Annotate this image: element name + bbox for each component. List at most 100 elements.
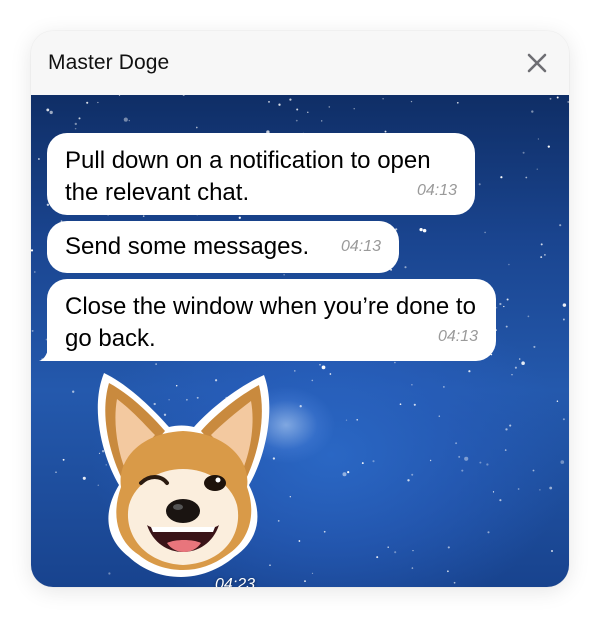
message-bubble[interactable]: Pull down on a notification to open the … [47, 133, 475, 215]
star [407, 479, 410, 482]
star [328, 106, 331, 108]
star [458, 455, 461, 458]
star [544, 254, 546, 256]
star [496, 307, 498, 309]
star [319, 363, 321, 366]
star [453, 581, 456, 584]
star [537, 138, 540, 140]
close-button[interactable] [521, 47, 553, 79]
star [382, 98, 384, 100]
star [504, 449, 507, 451]
star [547, 145, 550, 148]
star [342, 472, 347, 477]
star [478, 183, 481, 186]
star [447, 570, 449, 573]
star [182, 95, 185, 97]
message-bubble[interactable]: Send some messages. 04:13 [47, 221, 399, 273]
bubble-tail [39, 343, 57, 361]
star [394, 551, 397, 554]
star [356, 418, 359, 421]
star [283, 274, 285, 276]
star [511, 374, 513, 376]
chat-header: Master Doge [31, 31, 569, 95]
star [503, 305, 505, 308]
star [404, 266, 407, 269]
star [411, 567, 414, 569]
star [505, 428, 508, 431]
star [376, 556, 379, 559]
star [419, 227, 423, 232]
star [295, 119, 298, 122]
star [353, 108, 355, 110]
star [499, 302, 502, 306]
star [447, 546, 450, 549]
star [311, 572, 314, 575]
star [97, 101, 99, 104]
star [429, 459, 432, 462]
star [506, 298, 509, 301]
star [296, 108, 299, 111]
star [38, 158, 40, 160]
message-bubble[interactable]: Close the window when you’re done to go … [39, 279, 496, 361]
message-time: 04:13 [340, 238, 381, 255]
star [464, 456, 469, 461]
star [123, 117, 128, 122]
star [518, 358, 521, 360]
star [500, 176, 503, 179]
star [238, 216, 241, 219]
star [411, 473, 414, 476]
star [492, 491, 495, 493]
star [387, 546, 389, 548]
message-time: 04:13 [437, 328, 478, 345]
doge-wink-sticker-icon[interactable] [59, 365, 304, 580]
star [412, 549, 414, 552]
star [413, 403, 416, 406]
star [345, 419, 348, 421]
star [394, 361, 396, 364]
star [508, 263, 510, 266]
star [33, 271, 36, 273]
star [361, 462, 364, 465]
message-text: Close the window when you’re done to go … [65, 293, 476, 352]
star [347, 471, 350, 474]
star [268, 101, 270, 103]
star [78, 117, 81, 120]
star [438, 415, 441, 417]
star [487, 531, 490, 534]
star [560, 460, 565, 464]
star [461, 469, 464, 472]
star [142, 215, 145, 217]
star [562, 303, 567, 307]
star [540, 243, 543, 246]
star [539, 489, 541, 491]
star [289, 98, 292, 101]
star [329, 373, 332, 375]
star [55, 471, 57, 474]
star [536, 168, 539, 170]
chat-title: Master Doge [48, 51, 170, 74]
star [86, 101, 89, 104]
star [532, 469, 535, 472]
star [323, 530, 326, 533]
star [321, 365, 326, 370]
star [46, 108, 50, 112]
star [49, 110, 53, 115]
notification-chat-window: Master Doge Pull down on a notification … [31, 31, 569, 587]
star [468, 370, 471, 373]
star [549, 97, 552, 100]
star [486, 463, 489, 466]
message-time: 04:13 [416, 182, 457, 199]
star [411, 383, 413, 386]
star [372, 460, 375, 463]
star [128, 119, 130, 122]
chat-area[interactable]: Pull down on a notification to open the … [31, 95, 569, 587]
star [556, 96, 559, 99]
star [562, 418, 565, 421]
star [499, 499, 502, 502]
star [522, 151, 525, 154]
star [443, 386, 445, 388]
star [559, 224, 562, 227]
star [304, 580, 306, 582]
star [74, 122, 77, 126]
star [549, 486, 553, 490]
